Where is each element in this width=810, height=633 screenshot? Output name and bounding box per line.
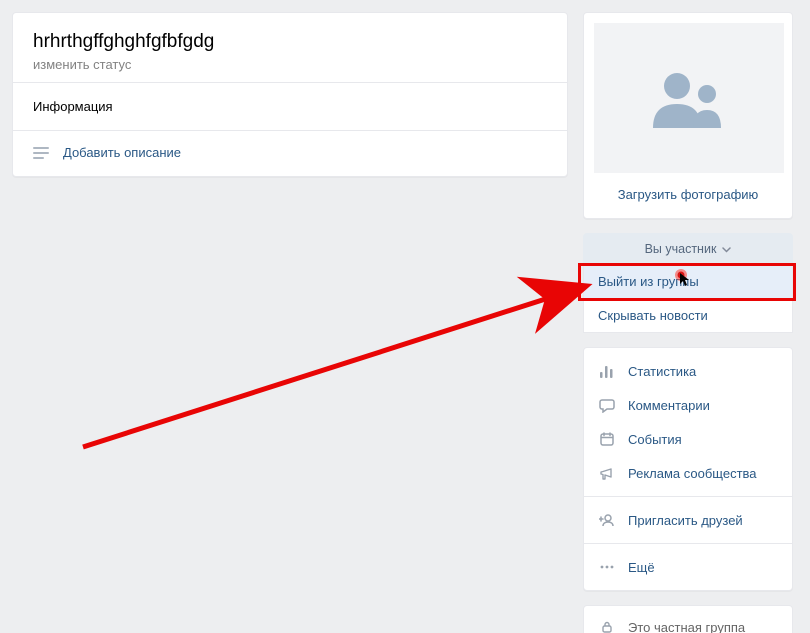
dropdown-item-label: Выйти из группы [598,274,699,289]
menu-item-statistics[interactable]: Статистика [584,354,792,388]
megaphone-icon [598,464,616,482]
menu-item-more[interactable]: Ещё [584,550,792,584]
group-title: hrhrthgffghghfgfbfgdg [33,31,547,53]
upload-photo-link[interactable]: Загрузить фотографию [594,187,782,202]
menu-item-invite[interactable]: Пригласить друзей [584,503,792,537]
lock-icon [598,618,616,633]
menu-item-comments[interactable]: Комментарии [584,388,792,422]
member-dropdown: Выйти из группы Скрывать новости [583,265,793,333]
menu-item-label: Статистика [628,364,696,379]
menu-item-ads[interactable]: Реклама сообщества [584,456,792,490]
change-status-link[interactable]: изменить статус [33,57,547,72]
member-status-label: Вы участник [645,242,717,256]
chevron-down-icon [722,242,731,256]
privacy-label: Это частная группа [628,620,745,633]
dropdown-item-label: Скрывать новости [598,308,708,323]
chart-bar-icon [598,362,616,380]
menu-item-events[interactable]: События [584,422,792,456]
people-placeholder-icon [647,68,731,128]
menu-item-label: Комментарии [628,398,710,413]
group-photo-placeholder[interactable] [594,23,784,173]
more-icon [598,558,616,576]
menu-item-label: Реклама сообщества [628,466,757,481]
comment-icon [598,396,616,414]
member-status-button[interactable]: Вы участник [583,233,793,265]
text-lines-icon [33,147,49,159]
invite-icon [598,511,616,529]
privacy-notice: Это частная группа [583,605,793,633]
divider [584,496,792,497]
menu-item-label: События [628,432,682,447]
add-description-row[interactable]: Добавить описание [13,131,567,176]
menu-item-label: Пригласить друзей [628,513,743,528]
add-description-link: Добавить описание [63,145,181,160]
calendar-icon [598,430,616,448]
divider [584,543,792,544]
dropdown-leave-group[interactable]: Выйти из группы [584,265,792,298]
info-section-label: Информация [13,83,567,130]
dropdown-hide-news[interactable]: Скрывать новости [584,299,792,332]
menu-item-label: Ещё [628,560,655,575]
